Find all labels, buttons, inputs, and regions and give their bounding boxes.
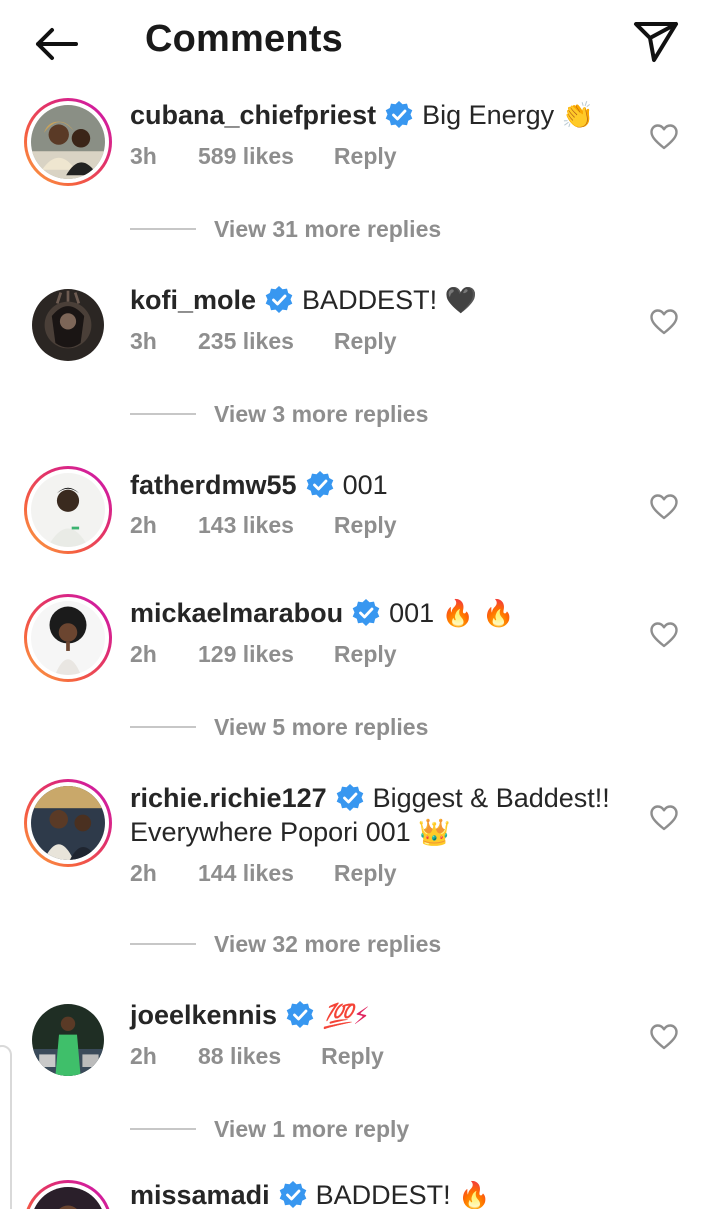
reply-button[interactable]: Reply: [334, 328, 397, 355]
comment-text: BADDEST!: [302, 285, 438, 315]
likes-count[interactable]: 235 likes: [198, 328, 294, 355]
arrow-left-icon: [36, 28, 78, 60]
comment-text: 001: [342, 470, 388, 500]
replies-divider: [130, 413, 196, 415]
comments-list[interactable]: cubana_chiefpriest Big Energy 👏 3h 589 li…: [0, 86, 719, 1209]
avatar-photo: [32, 1004, 104, 1076]
page-title: Comments: [145, 18, 343, 60]
replies-divider: [130, 726, 196, 728]
comment-username[interactable]: mickaelmarabou: [130, 598, 343, 628]
view-replies-button[interactable]: View 32 more replies: [130, 929, 441, 959]
view-replies-button[interactable]: View 31 more replies: [130, 214, 441, 244]
avatar[interactable]: [32, 1004, 104, 1076]
comment-time: 2h: [130, 860, 157, 886]
clapping-hands-emoji: 👏: [561, 101, 595, 131]
comment-time: 2h: [130, 1043, 157, 1069]
comment-username[interactable]: richie.richie127: [130, 783, 327, 813]
comment-username[interactable]: kofi_mole: [130, 285, 256, 315]
crown-emoji: 👑: [418, 818, 451, 848]
verified-badge-icon: [286, 1001, 314, 1028]
avatar-photo: [32, 289, 104, 361]
verified-badge-icon: [385, 101, 413, 128]
comment-username[interactable]: missamadi: [130, 1180, 270, 1209]
view-replies-button[interactable]: View 3 more replies: [130, 399, 428, 429]
comment-username[interactable]: joeelkennis: [130, 1000, 277, 1030]
likes-count[interactable]: 144 likes: [198, 860, 294, 887]
verified-badge-icon: [306, 471, 333, 498]
replies-divider: [130, 943, 196, 945]
heart-icon[interactable]: [650, 805, 678, 831]
heart-icon[interactable]: [650, 1024, 678, 1050]
avatar-photo: [31, 1187, 105, 1209]
black-heart-emoji: 🖤: [444, 286, 477, 316]
view-replies-button[interactable]: View 5 more replies: [130, 712, 428, 742]
likes-count[interactable]: 88 likes: [198, 1043, 281, 1070]
avatar[interactable]: [32, 289, 104, 361]
hundred-points-emoji: 💯⚡: [323, 1002, 370, 1030]
reply-button[interactable]: Reply: [334, 143, 397, 170]
paper-plane-icon: [634, 22, 678, 62]
heart-icon[interactable]: [650, 622, 678, 648]
comment-username[interactable]: fatherdmw55: [130, 470, 297, 500]
heart-icon[interactable]: [650, 309, 678, 335]
comment-text-line2: Everywhere Popori 001: [130, 817, 411, 847]
heart-icon[interactable]: [650, 124, 678, 150]
replies-divider: [130, 1128, 196, 1130]
avatar-photo: [31, 601, 105, 675]
comment-text: Biggest & Baddest!!: [372, 783, 610, 813]
comment-time: 2h: [130, 512, 157, 538]
likes-count[interactable]: 143 likes: [198, 512, 294, 539]
verified-badge-icon: [352, 599, 380, 626]
heart-icon[interactable]: [650, 494, 678, 520]
avatar[interactable]: [24, 98, 112, 186]
reply-button[interactable]: Reply: [334, 512, 397, 539]
share-button[interactable]: [630, 18, 682, 66]
reply-button[interactable]: Reply: [334, 641, 397, 668]
verified-badge-icon: [336, 784, 363, 811]
verified-badge-icon: [279, 1181, 306, 1208]
fire-emoji: 🔥: [458, 1181, 491, 1209]
avatar-photo: [31, 105, 105, 179]
avatar-photo: [31, 786, 105, 860]
comment-time: 3h: [130, 328, 157, 354]
verified-badge-icon: [265, 286, 293, 313]
comment-username[interactable]: cubana_chiefpriest: [130, 100, 376, 130]
back-button[interactable]: [28, 22, 84, 66]
comment-time: 3h: [130, 143, 157, 169]
fire-emoji: 🔥 🔥: [441, 599, 515, 629]
comment-text: Big Energy: [422, 100, 555, 130]
comment-text: BADDEST!: [315, 1180, 451, 1209]
replies-divider: [130, 228, 196, 230]
edge-handle[interactable]: [0, 1045, 12, 1209]
avatar-photo: [31, 473, 105, 547]
comment-text: 001: [389, 598, 435, 628]
view-replies-button[interactable]: View 1 more reply: [130, 1114, 409, 1144]
header: Comments: [0, 0, 719, 86]
reply-button[interactable]: Reply: [321, 1043, 384, 1070]
avatar[interactable]: [24, 1180, 112, 1209]
avatar[interactable]: [24, 594, 112, 682]
comment-time: 2h: [130, 641, 157, 667]
avatar[interactable]: [24, 779, 112, 867]
likes-count[interactable]: 129 likes: [198, 641, 294, 668]
avatar[interactable]: [24, 466, 112, 554]
reply-button[interactable]: Reply: [334, 860, 397, 887]
likes-count[interactable]: 589 likes: [198, 143, 294, 170]
